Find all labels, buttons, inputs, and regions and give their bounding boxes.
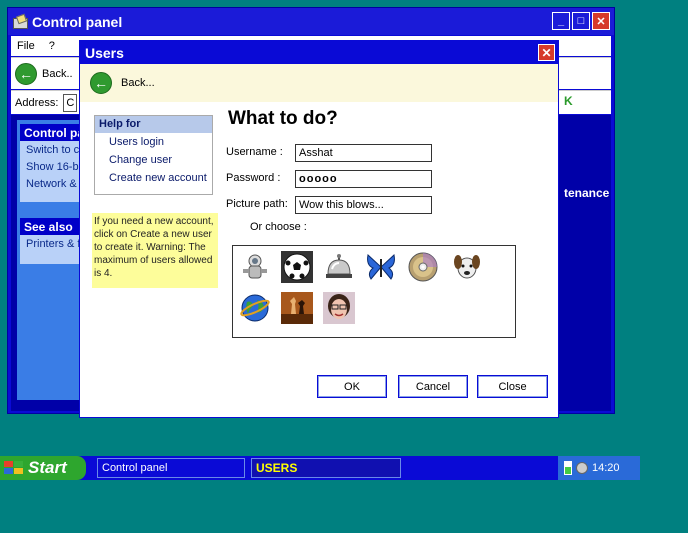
username-label: Username :: [226, 146, 283, 158]
close-icon: ✕: [541, 45, 552, 60]
maintenance-label-fragment[interactable]: tenance: [564, 186, 609, 200]
help-panel: Help for Users login Change user Create …: [94, 115, 213, 195]
picture-path-label: Picture path:: [226, 198, 288, 210]
control-panel-title: Control panel: [32, 13, 123, 30]
start-button[interactable]: Start: [0, 456, 86, 480]
minimize-icon: _: [557, 15, 565, 27]
picture-path-field[interactable]: Wow this blows...: [295, 196, 432, 214]
ok-button[interactable]: OK: [317, 375, 387, 398]
warning-note: If you need a new account, click on Crea…: [92, 213, 218, 288]
maximize-icon: □: [577, 15, 585, 27]
dialog-back-label[interactable]: Back...: [121, 77, 155, 89]
back-arrow-icon[interactable]: ←: [15, 62, 37, 85]
see-also-panel: See also Printers & f: [20, 218, 86, 264]
password-label: Password :: [226, 172, 281, 184]
task-panel-header: Control pa: [20, 124, 86, 141]
taskbar: Start Control panel USERS 14:20: [0, 456, 640, 480]
task-link-switch[interactable]: Switch to c: [20, 141, 86, 158]
astronaut-picture[interactable]: [239, 251, 271, 283]
back-button-label[interactable]: Back..: [42, 68, 73, 80]
cd-disc-picture[interactable]: [407, 251, 439, 283]
dialog-back-bar: ← Back...: [80, 64, 558, 102]
earth-globe-picture[interactable]: [239, 292, 271, 324]
taskbar-item-users[interactable]: USERS: [251, 458, 401, 478]
close-window-button[interactable]: ✕: [592, 12, 610, 30]
control-panel-titlebar[interactable]: Control panel _ □ ✕: [8, 8, 614, 35]
butterfly-picture[interactable]: [365, 251, 397, 283]
users-dialog-title: Users: [85, 44, 124, 61]
minimize-button[interactable]: _: [552, 12, 570, 30]
address-input[interactable]: C: [63, 93, 78, 112]
cancel-button[interactable]: Cancel: [398, 375, 468, 398]
password-field[interactable]: ooooo: [295, 170, 432, 188]
volume-icon[interactable]: [576, 462, 588, 474]
back-arrow-icon[interactable]: ←: [90, 72, 112, 94]
picture-chooser: [232, 245, 516, 338]
or-choose-label: Or choose :: [250, 221, 307, 233]
help-panel-header: Help for: [95, 116, 212, 133]
see-also-header: See also: [20, 218, 86, 235]
menu-help[interactable]: ?: [49, 40, 55, 52]
control-panel-task-panel: Control pa Switch to c Show 16-b Network…: [20, 124, 86, 202]
help-link-change-user[interactable]: Change user: [95, 151, 212, 169]
close-icon: ✕: [596, 15, 606, 28]
control-panel-icon: [12, 15, 28, 29]
see-also-link-printers[interactable]: Printers & f: [20, 235, 86, 252]
help-link-users-login[interactable]: Users login: [95, 133, 212, 151]
dialog-close-button[interactable]: ✕: [538, 44, 555, 61]
clock: 14:20: [592, 462, 620, 474]
chess-pieces-picture[interactable]: [281, 292, 313, 324]
soccer-ball-picture[interactable]: [281, 251, 313, 283]
windows-logo-icon: [4, 461, 24, 475]
service-bell-picture[interactable]: [323, 251, 355, 283]
users-dialog-titlebar[interactable]: Users ✕: [80, 41, 558, 64]
help-link-create-account[interactable]: Create new account: [95, 169, 212, 187]
users-dialog: Users ✕ ← Back... Help for Users login C…: [79, 40, 559, 418]
maximize-button[interactable]: □: [572, 12, 590, 30]
page-title: What to do?: [228, 108, 338, 129]
close-button[interactable]: Close: [477, 375, 548, 398]
battery-icon[interactable]: [564, 461, 572, 475]
dog-picture[interactable]: [451, 251, 483, 283]
taskbar-item-control-panel[interactable]: Control panel: [97, 458, 245, 478]
address-label: Address:: [15, 96, 59, 109]
task-link-network[interactable]: Network &: [20, 175, 86, 192]
start-label: Start: [28, 458, 67, 477]
woman-face-picture[interactable]: [323, 292, 355, 324]
system-tray: 14:20: [558, 456, 640, 480]
username-field[interactable]: Asshat: [295, 144, 432, 162]
go-button-fragment[interactable]: K: [564, 94, 573, 108]
menu-file[interactable]: File: [17, 40, 35, 52]
task-link-show[interactable]: Show 16-b: [20, 158, 86, 175]
